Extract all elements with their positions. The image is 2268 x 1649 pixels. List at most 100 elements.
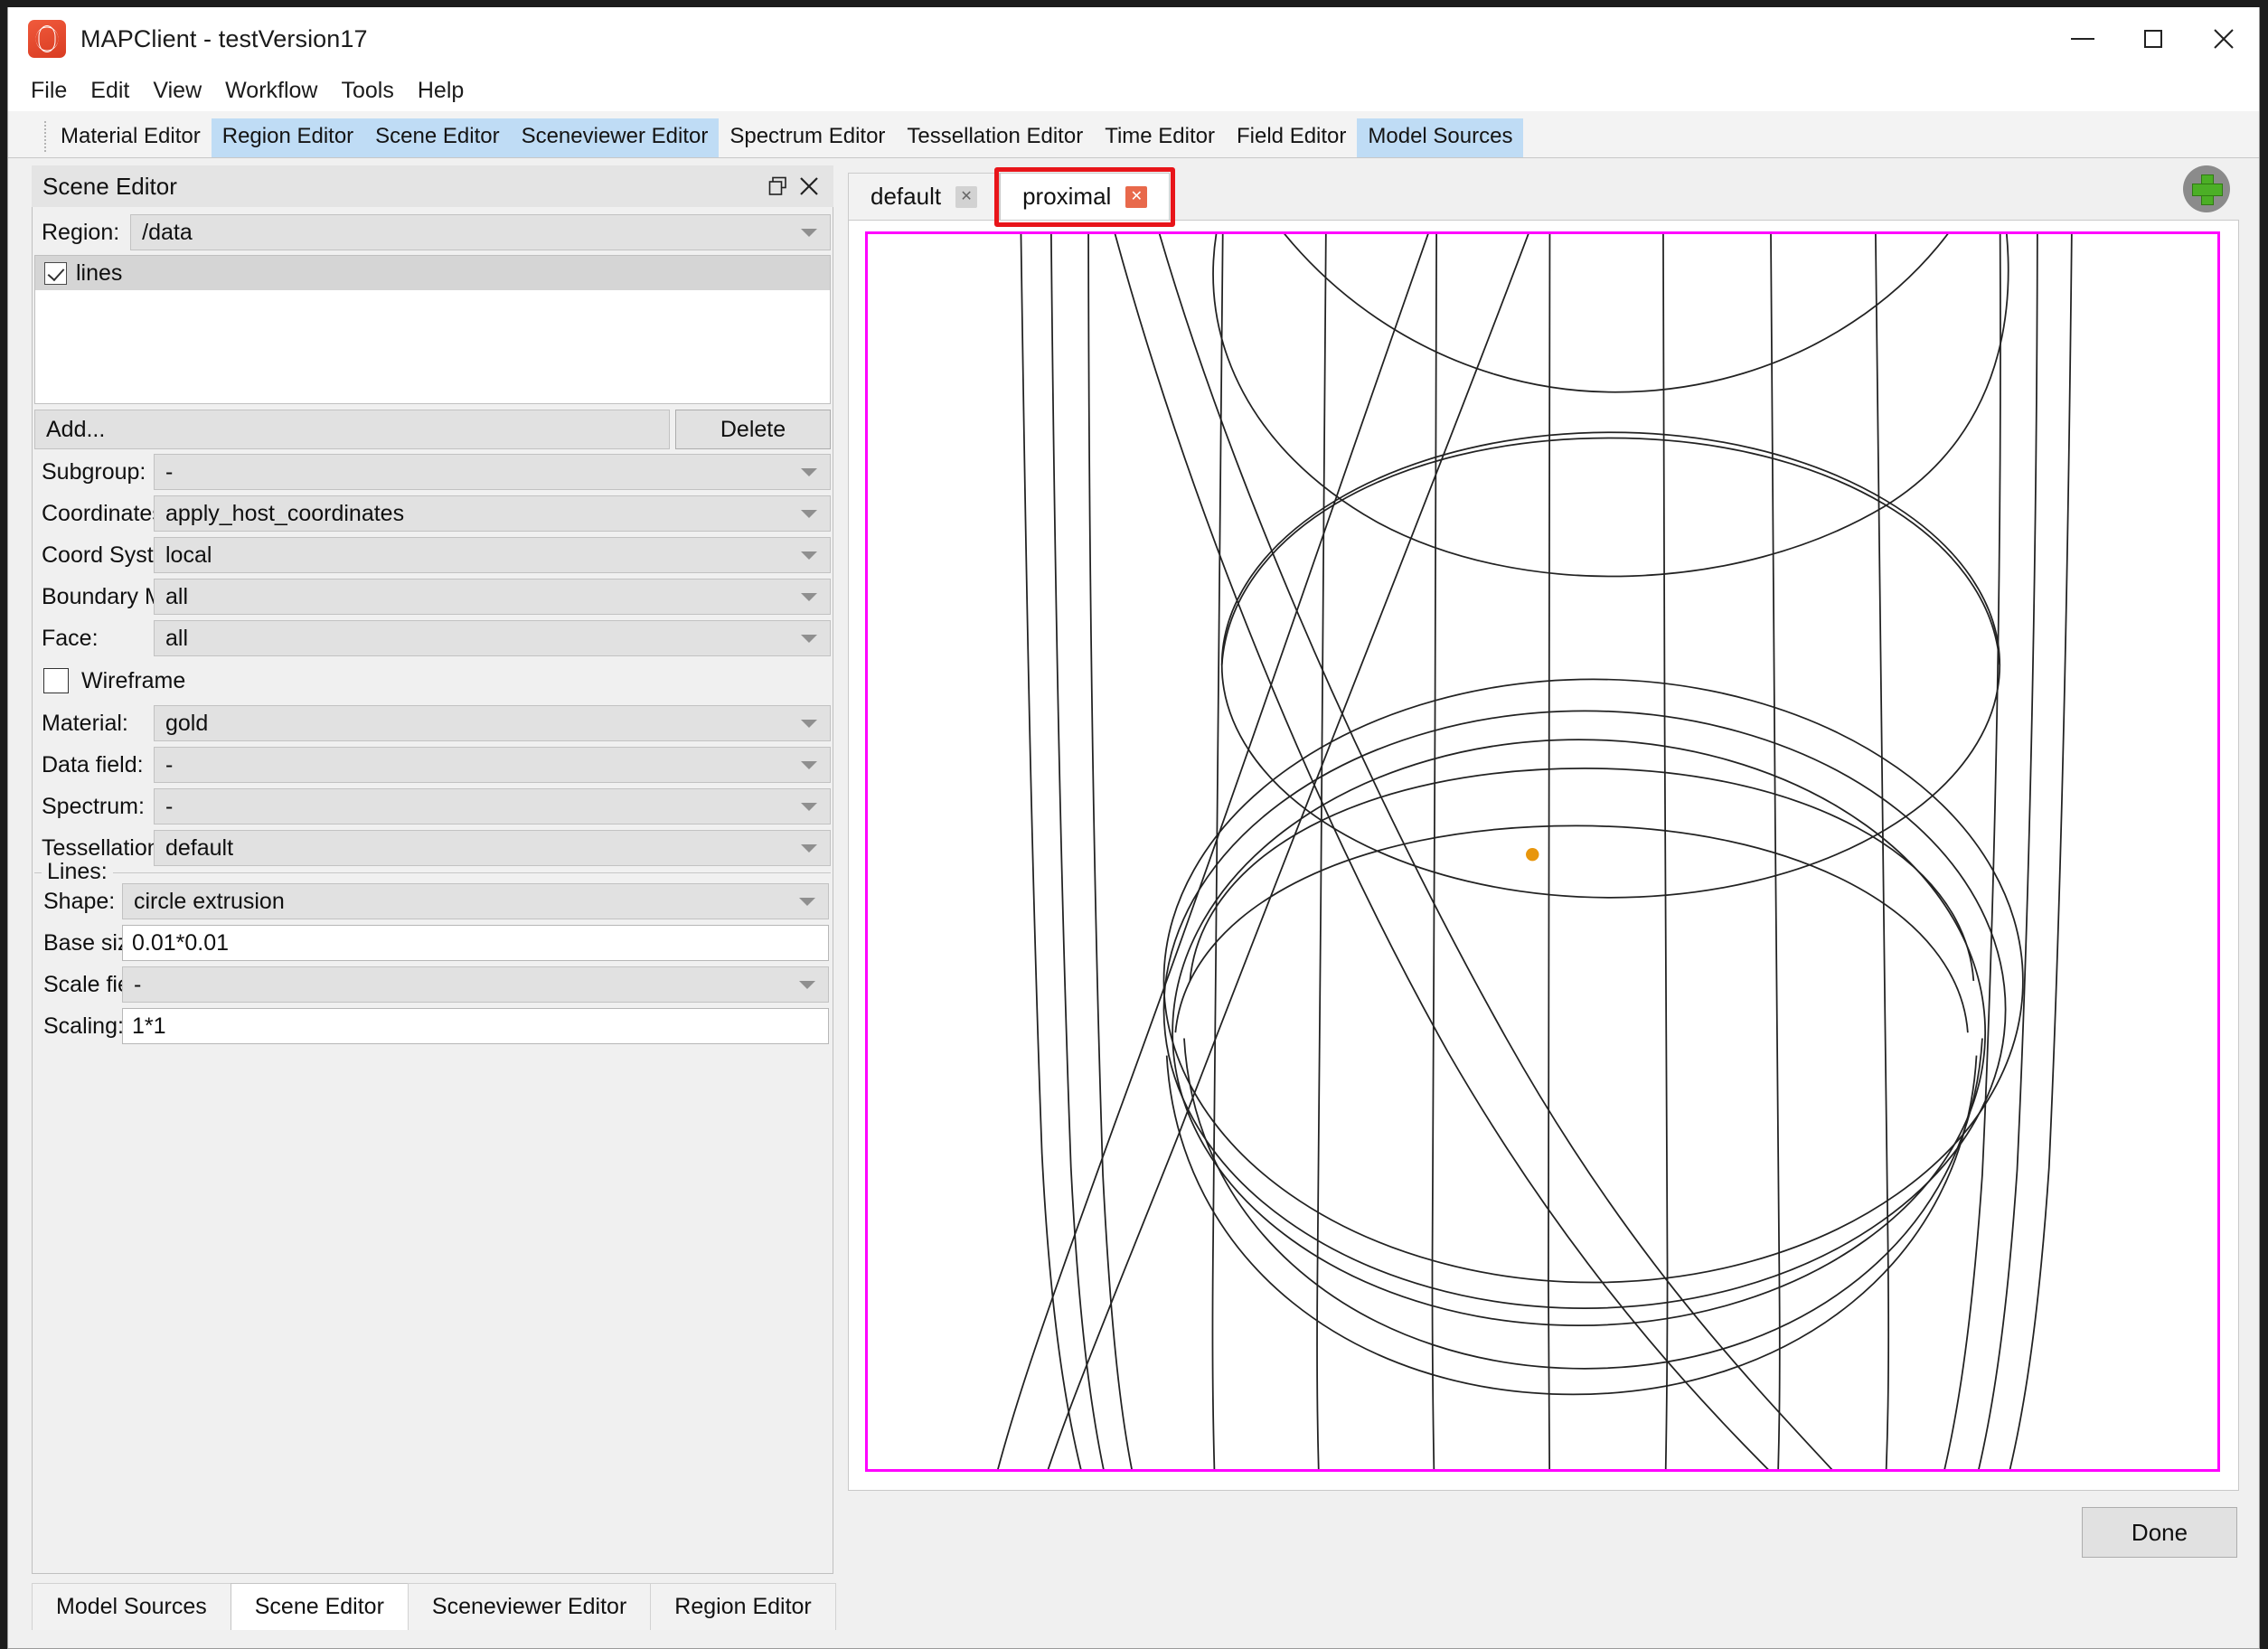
scaling-label: Scaling: [43, 1013, 124, 1039]
scaling-input[interactable]: 1*1 [122, 1008, 829, 1044]
tab-region-editor[interactable]: Region Editor [211, 118, 365, 157]
minimize-button[interactable] [2047, 7, 2118, 71]
viewer-tab-proximal[interactable]: proximal ✕ [1000, 173, 1171, 220]
close-tab-icon[interactable]: ✕ [955, 185, 978, 208]
viewer-tab-label: proximal [1022, 183, 1112, 210]
mapclient-logo-icon [28, 20, 66, 58]
menu-bar: File Edit View Workflow Tools Help [8, 71, 2259, 111]
tab-sceneviewer-editor[interactable]: Sceneviewer Editor [510, 118, 720, 157]
title-bar: MAPClient - testVersion17 [8, 7, 2259, 71]
data-field-label: Data field: [42, 751, 144, 777]
dock-float-button[interactable] [763, 171, 794, 202]
tab-model-sources[interactable]: Model Sources [1357, 118, 1524, 157]
region-combobox[interactable]: /data [130, 214, 831, 250]
scaling-value: 1*1 [132, 1013, 166, 1039]
shape-label: Shape: [43, 888, 116, 914]
done-button[interactable]: Done [2082, 1507, 2237, 1558]
property-row-face: Face: all [34, 619, 831, 657]
coord-system-combobox[interactable]: local [154, 537, 831, 573]
tab-spectrum-editor[interactable]: Spectrum Editor [719, 118, 896, 157]
bottom-tab-model-sources[interactable]: Model Sources [32, 1583, 231, 1630]
viewer-area: default ✕ proximal ✕ Done [833, 158, 2259, 1574]
lines-group-title: Lines: [42, 859, 113, 885]
material-combobox[interactable]: gold [154, 705, 831, 741]
dock-close-button[interactable] [794, 171, 824, 202]
tab-material-editor[interactable]: Material Editor [50, 118, 212, 157]
add-graphics-combobox[interactable]: Add... [34, 410, 670, 449]
spectrum-value: - [165, 793, 174, 819]
application-window: MAPClient - testVersion17 File Edit View… [7, 7, 2260, 1649]
tab-tessellation-editor[interactable]: Tessellation Editor [896, 118, 1094, 157]
chevron-down-icon [801, 844, 817, 853]
coordinates-value: apply_host_coordinates [165, 500, 405, 526]
property-row-shape: Shape: circle extrusion [36, 882, 829, 920]
scene-editor-dock: Scene Editor Region: /data lines Add... … [8, 158, 833, 1574]
close-tab-icon[interactable]: ✕ [1125, 185, 1148, 208]
menu-file[interactable]: File [19, 77, 79, 105]
menu-help[interactable]: Help [406, 77, 475, 105]
scene-editor-dock-title: Scene Editor [42, 172, 177, 200]
tessellation-value: default [165, 834, 234, 861]
boundary-mode-combobox[interactable]: all [154, 579, 831, 615]
graphics-list[interactable]: lines [34, 255, 831, 404]
coord-system-value: local [165, 542, 212, 568]
graphics-visibility-checkbox[interactable] [44, 261, 67, 285]
tessellation-combobox[interactable]: default [154, 830, 831, 866]
spectrum-combobox[interactable]: - [154, 788, 831, 824]
node-marker [1526, 848, 1539, 862]
bottom-tab-sceneviewer-editor[interactable]: Sceneviewer Editor [407, 1583, 652, 1630]
bottom-tab-strip: Model Sources Scene Editor Sceneviewer E… [8, 1574, 2259, 1630]
coordinates-combobox[interactable]: apply_host_coordinates [154, 495, 831, 532]
property-row-material: Material: gold [34, 704, 831, 742]
maximize-button[interactable] [2118, 7, 2188, 71]
add-delete-row: Add... Delete [34, 410, 831, 449]
menu-workflow[interactable]: Workflow [213, 77, 329, 105]
property-row-base-size: Base size: 0.01*0.01 [36, 924, 829, 962]
property-row-subgroup: Subgroup: - [34, 453, 831, 491]
tab-field-editor[interactable]: Field Editor [1226, 118, 1357, 157]
delete-button-label: Delete [720, 416, 786, 442]
close-icon [800, 177, 818, 195]
face-label: Face: [42, 625, 99, 651]
data-field-combobox[interactable]: - [154, 747, 831, 783]
subgroup-value: - [165, 458, 174, 485]
base-size-input[interactable]: 0.01*0.01 [122, 925, 829, 961]
bottom-tab-region-editor[interactable]: Region Editor [650, 1583, 836, 1630]
delete-button[interactable]: Delete [675, 410, 831, 449]
wireframe-checkbox[interactable] [43, 668, 69, 693]
done-button-label: Done [2131, 1518, 2188, 1546]
shape-combobox[interactable]: circle extrusion [122, 883, 829, 919]
menu-view[interactable]: View [141, 77, 213, 105]
add-graphics-label: Add... [46, 416, 106, 442]
graphics-item-label: lines [76, 259, 123, 286]
subgroup-combobox[interactable]: - [154, 454, 831, 490]
property-row-tessellation: Tessellation: default [34, 829, 831, 867]
scale-field-combobox[interactable]: - [122, 966, 829, 1003]
base-size-label: Base size: [43, 929, 148, 956]
add-view-button[interactable] [2183, 165, 2230, 212]
wireframe-row[interactable]: Wireframe [43, 661, 831, 701]
graphics-properties-group: Subgroup: - Coordinates: apply_host_coor… [33, 453, 833, 867]
shape-value: circle extrusion [134, 888, 285, 914]
face-combobox[interactable]: all [154, 620, 831, 656]
menu-edit[interactable]: Edit [79, 77, 141, 105]
boundary-mode-value: all [165, 583, 189, 609]
tab-scene-editor[interactable]: Scene Editor [364, 118, 511, 157]
wireframe-label: Wireframe [81, 667, 186, 693]
face-value: all [165, 625, 189, 651]
viewer-tab-bar: default ✕ proximal ✕ [848, 165, 2239, 227]
window-controls [2047, 7, 2259, 71]
tab-time-editor[interactable]: Time Editor [1094, 118, 1226, 157]
region-row: Region: /data [34, 213, 831, 251]
spectrum-label: Spectrum: [42, 793, 145, 819]
lines-group-box: Lines: Shape: circle extrusion Base size… [34, 859, 831, 1045]
bottom-tab-scene-editor[interactable]: Scene Editor [230, 1583, 409, 1630]
main-body: Scene Editor Region: /data lines Add... … [8, 158, 2259, 1574]
viewer-panel [848, 220, 2239, 1491]
chevron-down-icon [799, 898, 815, 906]
viewer-tab-default[interactable]: default ✕ [848, 173, 1001, 220]
list-item[interactable]: lines [35, 256, 830, 290]
menu-tools[interactable]: Tools [329, 77, 405, 105]
close-button[interactable] [2188, 7, 2259, 71]
sceneviewer-canvas[interactable] [865, 231, 2220, 1472]
